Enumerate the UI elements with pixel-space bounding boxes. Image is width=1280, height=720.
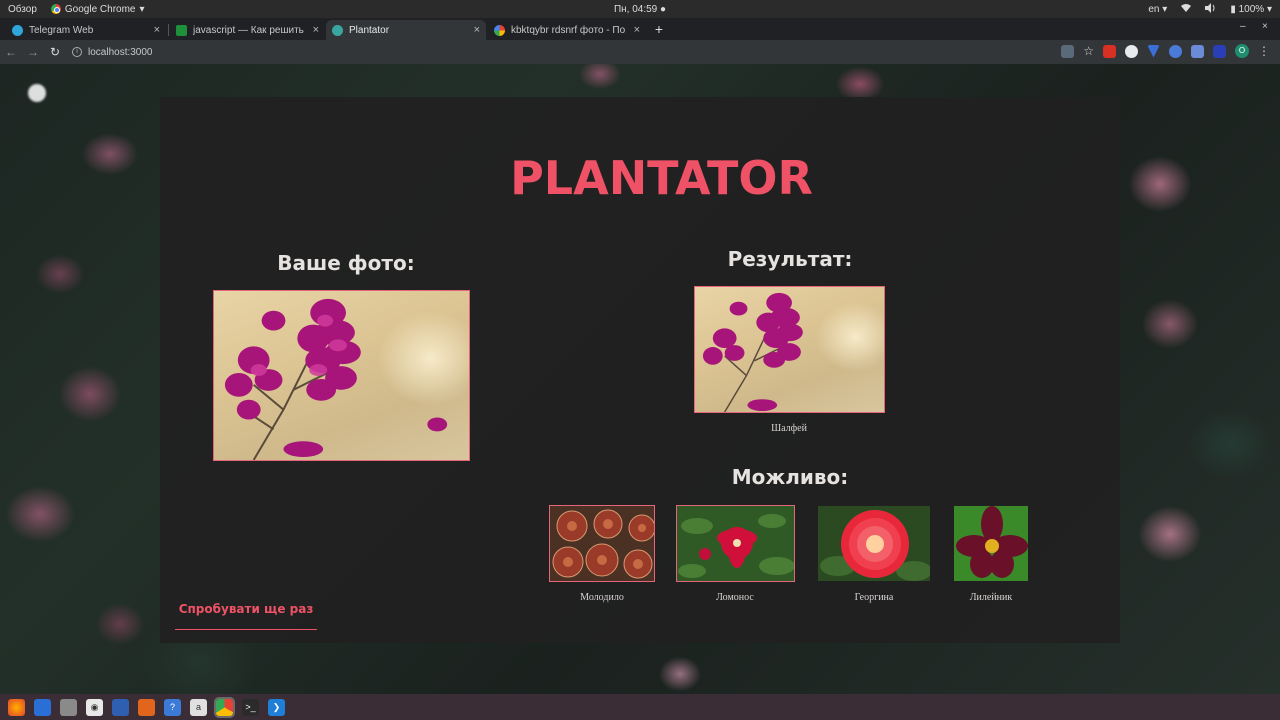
tab-title: Plantator: [349, 24, 390, 36]
terminal-icon[interactable]: >_: [242, 698, 259, 716]
chevron-down-icon: ▾: [139, 3, 145, 15]
suggestion-label: Лилейник: [969, 592, 1013, 603]
daylily-thumbnail: [954, 506, 1028, 581]
tab-stackexchange[interactable]: javascript — Как решить ×: [170, 20, 325, 40]
new-tab-button[interactable]: +: [651, 20, 667, 38]
telegram-icon: [12, 24, 23, 36]
plantator-favicon-icon: [332, 24, 343, 36]
suggestion-thumb-daylily[interactable]: [953, 505, 1029, 582]
tab-google-search[interactable]: kbktqybr rdsnrf фото - По ×: [488, 20, 646, 40]
browser-toolbar: ← → ↻ i localhost:3000 ☆ O ⋮: [0, 40, 1280, 64]
suggestion-thumb-clematis[interactable]: [676, 505, 795, 582]
extension-grid-icon[interactable]: [1213, 44, 1226, 58]
address-bar[interactable]: i localhost:3000: [72, 43, 1072, 61]
thunderbird-icon[interactable]: [34, 698, 51, 716]
taskbar-dock: ◉ ? a >_ ❯: [0, 694, 1280, 720]
tab-plantator[interactable]: Plantator ×: [326, 20, 486, 40]
bookmark-star-icon[interactable]: ☆: [1083, 44, 1094, 58]
suggestion-label: Георгина: [854, 592, 894, 603]
battery-level: 100%: [1238, 3, 1265, 15]
chrome-dock-icon[interactable]: [214, 696, 235, 718]
close-icon[interactable]: ×: [154, 24, 160, 36]
firefox-icon[interactable]: [8, 698, 25, 716]
main-panel: PLANTATOR Ваше фото: Результат: Шалфей М…: [160, 97, 1120, 643]
minimize-icon[interactable]: –: [1240, 21, 1246, 32]
page-viewport: PLANTATOR Ваше фото: Результат: Шалфей М…: [0, 64, 1280, 694]
tab-telegram[interactable]: Telegram Web ×: [6, 20, 166, 40]
tab-title: kbktqybr rdsnrf фото - По: [511, 24, 626, 36]
page-title: PLANTATOR: [510, 151, 813, 205]
salvia-result-image: [695, 287, 884, 412]
clock[interactable]: Пн, 04:59 ●: [600, 4, 680, 15]
forward-arrow-icon[interactable]: →: [22, 45, 44, 59]
retry-button[interactable]: Спробувати ще раз: [175, 594, 317, 630]
tab-divider: [168, 24, 169, 36]
clock-label: Пн, 04:59: [613, 3, 658, 15]
amazon-icon[interactable]: a: [190, 698, 207, 716]
stackexchange-icon: [176, 24, 187, 36]
google-icon: [494, 24, 505, 36]
tab-title: javascript — Как решить: [193, 24, 304, 36]
back-arrow-icon[interactable]: ←: [0, 45, 22, 59]
close-icon[interactable]: ×: [474, 24, 480, 36]
tab-title: Telegram Web: [29, 24, 94, 36]
translate-icon[interactable]: [1061, 44, 1075, 58]
app-menu-label: Google Chrome: [64, 3, 136, 15]
wifi-icon[interactable]: [1181, 3, 1192, 16]
browser-tab-strip: Telegram Web × javascript — Как решить ×…: [0, 18, 1280, 40]
result-caption: Шалфей: [771, 423, 807, 434]
profile-avatar[interactable]: O: [1235, 44, 1249, 58]
suggestion-label: Молодило: [580, 592, 624, 603]
clematis-thumbnail: [677, 506, 794, 581]
url-text: localhost:3000: [88, 46, 153, 58]
close-icon[interactable]: ×: [313, 24, 319, 36]
notification-dot-icon: ●: [660, 3, 667, 15]
close-icon[interactable]: ×: [634, 24, 640, 36]
maybe-heading: Можливо:: [731, 465, 849, 489]
battery-icon: ▮: [1230, 3, 1236, 15]
result-heading: Результат:: [727, 247, 853, 271]
language-label: en: [1148, 3, 1160, 15]
info-icon[interactable]: i: [72, 47, 82, 57]
extension-red-icon[interactable]: [1103, 44, 1116, 58]
suggestion-label: Ломонос: [716, 592, 754, 603]
background-bokeh: [28, 84, 46, 102]
extension-box-icon[interactable]: [1191, 44, 1204, 58]
help-icon[interactable]: ?: [164, 698, 181, 716]
uploaded-photo: [213, 290, 470, 461]
extension-globe-icon[interactable]: [1125, 44, 1138, 58]
suggestion-thumb-sempervivum[interactable]: [549, 505, 655, 582]
suggestion-thumb-dahlia[interactable]: [817, 505, 931, 582]
rhythmbox-icon[interactable]: ◉: [86, 698, 103, 716]
language-indicator[interactable]: en ▾: [1148, 4, 1167, 15]
activities-button[interactable]: Обзор: [8, 4, 37, 15]
sempervivum-thumbnail: [550, 506, 654, 581]
result-photo[interactable]: [694, 286, 885, 413]
salvia-flower-image: [214, 291, 469, 460]
files-icon[interactable]: [60, 698, 77, 716]
vscode-icon[interactable]: ❯: [268, 698, 285, 716]
close-window-icon[interactable]: ×: [1262, 21, 1268, 32]
chrome-icon: [50, 4, 61, 14]
software-center-icon[interactable]: [138, 698, 155, 716]
kebab-menu-icon[interactable]: ⋮: [1258, 44, 1270, 58]
extension-blue-icon[interactable]: [1169, 44, 1182, 58]
system-top-bar: Обзор Google Chrome ▾ Пн, 04:59 ● en ▾ ▮…: [0, 0, 1280, 18]
dahlia-thumbnail: [818, 506, 930, 581]
volume-icon[interactable]: [1205, 2, 1216, 16]
battery-indicator[interactable]: ▮ 100% ▾: [1230, 4, 1272, 15]
writer-icon[interactable]: [112, 698, 129, 716]
reload-icon[interactable]: ↻: [44, 45, 66, 59]
extension-shield-icon[interactable]: [1147, 44, 1160, 58]
app-menu[interactable]: Google Chrome ▾: [50, 3, 145, 15]
your-photo-heading: Ваше фото:: [277, 251, 415, 275]
